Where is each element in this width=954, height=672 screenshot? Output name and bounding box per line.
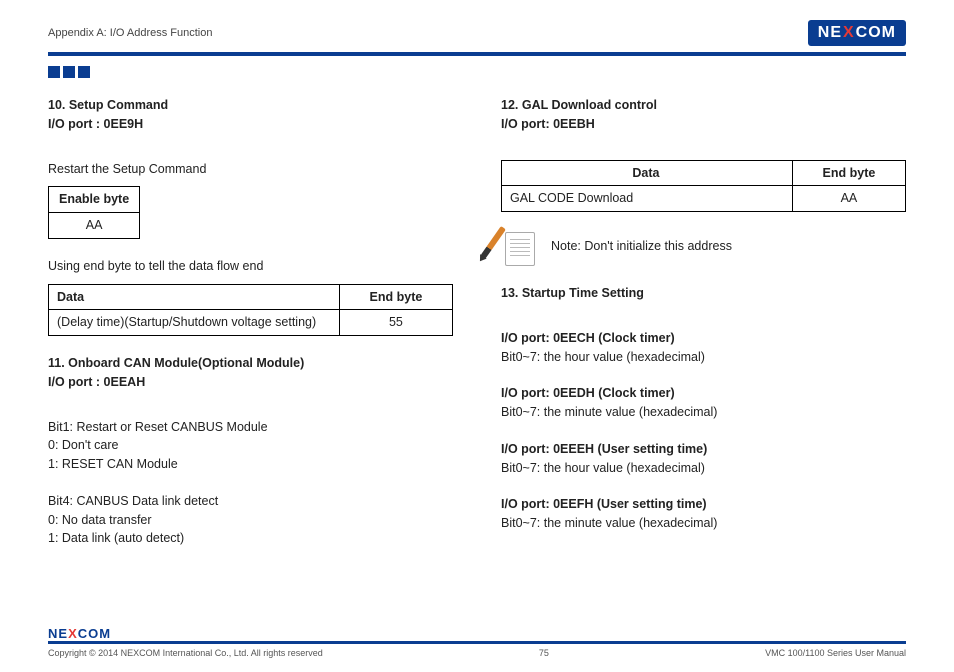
note-row: Note: Don't initialize this address: [501, 226, 906, 266]
manual-title: VMC 100/1100 Series User Manual: [765, 648, 906, 658]
bit1-line: Bit1: Restart or Reset CANBUS Module: [48, 418, 453, 437]
footer-divider: [48, 641, 906, 644]
bit4-zero: 0: No data transfer: [48, 511, 453, 530]
section-10-port: I/O port : 0EE9H: [48, 115, 453, 134]
bit4-one: 1: Data link (auto detect): [48, 529, 453, 548]
note-icon: [501, 226, 539, 266]
page-number: 75: [323, 648, 765, 658]
port-0eefh-header: I/O port: 0EEFH (User setting time): [501, 495, 906, 514]
section-11-port: I/O port : 0EEAH: [48, 373, 453, 392]
col-data-header: Data: [49, 284, 340, 310]
port-0eeeh-body: Bit0~7: the hour value (hexadecimal): [501, 459, 906, 478]
section-12-title: 12. GAL Download control: [501, 96, 906, 115]
gal-endbyte-cell: AA: [792, 186, 905, 212]
decorative-squares: [48, 66, 906, 78]
enable-byte-value: AA: [49, 213, 140, 239]
port-0eech-header: I/O port: 0EECH (Clock timer): [501, 329, 906, 348]
nexcom-logo: NEXCOM: [808, 20, 906, 46]
endbyte-intro: Using end byte to tell the data flow end: [48, 257, 453, 276]
gal-data-header: Data: [502, 160, 793, 186]
port-0eech-body: Bit0~7: the hour value (hexadecimal): [501, 348, 906, 367]
header-divider: [48, 52, 906, 56]
port-0eedh-header: I/O port: 0EEDH (Clock timer): [501, 384, 906, 403]
note-text: Note: Don't initialize this address: [551, 237, 732, 256]
bit1-one: 1: RESET CAN Module: [48, 455, 453, 474]
restart-command-line: Restart the Setup Command: [48, 160, 453, 179]
enable-byte-table: Enable byte AA: [48, 186, 140, 239]
enable-byte-header: Enable byte: [49, 187, 140, 213]
bit1-zero: 0: Don't care: [48, 436, 453, 455]
gal-data-cell: GAL CODE Download: [502, 186, 793, 212]
port-0eefh-body: Bit0~7: the minute value (hexadecimal): [501, 514, 906, 533]
section-13-title: 13. Startup Time Setting: [501, 284, 906, 303]
endbyte-cell: 55: [339, 310, 452, 336]
data-cell: (Delay time)(Startup/Shutdown voltage se…: [49, 310, 340, 336]
footer: NEXCOM Copyright © 2014 NEXCOM Internati…: [48, 626, 906, 658]
data-endbyte-table: Data End byte (Delay time)(Startup/Shutd…: [48, 284, 453, 337]
gal-endbyte-header: End byte: [792, 160, 905, 186]
breadcrumb: Appendix A: I/O Address Function: [48, 27, 212, 39]
left-column: 10. Setup Command I/O port : 0EE9H Resta…: [48, 96, 453, 548]
port-0eedh-body: Bit0~7: the minute value (hexadecimal): [501, 403, 906, 422]
footer-logo: NEXCOM: [48, 626, 906, 641]
copyright: Copyright © 2014 NEXCOM International Co…: [48, 648, 323, 658]
right-column: 12. GAL Download control I/O port: 0EEBH…: [501, 96, 906, 548]
section-12-port: I/O port: 0EEBH: [501, 115, 906, 134]
bit4-line: Bit4: CANBUS Data link detect: [48, 492, 453, 511]
section-10-title: 10. Setup Command: [48, 96, 453, 115]
gal-table: Data End byte GAL CODE Download AA: [501, 160, 906, 213]
section-11-title: 11. Onboard CAN Module(Optional Module): [48, 354, 453, 373]
col-endbyte-header: End byte: [339, 284, 452, 310]
port-0eeeh-header: I/O port: 0EEEH (User setting time): [501, 440, 906, 459]
